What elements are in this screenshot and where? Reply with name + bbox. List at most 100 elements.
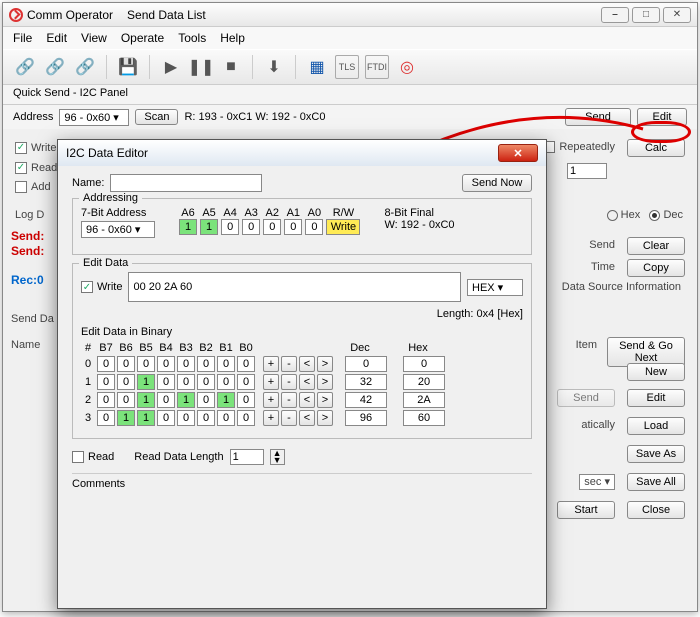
- bit-cell[interactable]: 0: [237, 374, 255, 390]
- target-icon[interactable]: ◎: [395, 55, 419, 79]
- op-button[interactable]: -: [281, 392, 297, 408]
- op-button[interactable]: <: [299, 410, 315, 426]
- bit-cell[interactable]: 1: [117, 410, 135, 426]
- bit-cell[interactable]: 1: [137, 374, 155, 390]
- maximize-button[interactable]: □: [632, 7, 660, 23]
- tls-icon[interactable]: TLS: [335, 55, 359, 79]
- bit-cell[interactable]: 0: [97, 374, 115, 390]
- bit-cell[interactable]: 0: [177, 374, 195, 390]
- readlen-input[interactable]: [230, 449, 264, 465]
- op-button[interactable]: -: [281, 374, 297, 390]
- bit-cell[interactable]: 0: [217, 356, 235, 372]
- readlen-down[interactable]: ▼: [271, 457, 284, 464]
- bit-cell[interactable]: 0: [197, 374, 215, 390]
- bit-cell[interactable]: 0: [157, 392, 175, 408]
- menu-operate[interactable]: Operate: [121, 31, 164, 45]
- editdata-write-checkbox[interactable]: ✓: [81, 281, 93, 293]
- menu-tools[interactable]: Tools: [178, 31, 206, 45]
- dec-radio[interactable]: [649, 210, 660, 221]
- bit-cell[interactable]: 1: [137, 392, 155, 408]
- bit-a5[interactable]: 1: [200, 219, 218, 235]
- op-button[interactable]: +: [263, 410, 279, 426]
- dialog-close-button[interactable]: ✕: [498, 144, 538, 162]
- download-icon[interactable]: ⬇: [262, 55, 286, 79]
- chain-icon[interactable]: 🔗: [73, 55, 97, 79]
- op-button[interactable]: <: [299, 374, 315, 390]
- bit-cell[interactable]: 0: [237, 410, 255, 426]
- load-button[interactable]: Load: [627, 417, 685, 435]
- bit-cell[interactable]: 0: [197, 392, 215, 408]
- minimize-button[interactable]: ⎯: [601, 7, 629, 23]
- play-icon[interactable]: ▶: [159, 55, 183, 79]
- bit-cell[interactable]: 1: [177, 392, 195, 408]
- bit-cell[interactable]: 0: [97, 392, 115, 408]
- clear-button[interactable]: Clear: [627, 237, 685, 255]
- write-checkbox[interactable]: ✓: [15, 142, 27, 154]
- op-button[interactable]: <: [299, 392, 315, 408]
- bit-a4[interactable]: 0: [221, 219, 239, 235]
- op-button[interactable]: +: [263, 392, 279, 408]
- op-button[interactable]: >: [317, 374, 333, 390]
- ftdi-icon[interactable]: FTDI: [365, 55, 389, 79]
- bit-cell[interactable]: 0: [117, 392, 135, 408]
- bit-cell[interactable]: 0: [157, 356, 175, 372]
- bit-cell[interactable]: 0: [197, 410, 215, 426]
- address-select[interactable]: 96 - 0x60 ▾: [59, 109, 129, 126]
- close-button[interactable]: ✕: [663, 7, 691, 23]
- bit-cell[interactable]: 0: [217, 410, 235, 426]
- send4-button[interactable]: Send: [557, 389, 615, 407]
- menu-file[interactable]: File: [13, 31, 32, 45]
- bit-a1[interactable]: 0: [284, 219, 302, 235]
- edit2-button[interactable]: Edit: [627, 389, 685, 407]
- pause-icon[interactable]: ❚❚: [189, 55, 213, 79]
- close2-button[interactable]: Close: [627, 501, 685, 519]
- bit-cell[interactable]: 0: [137, 356, 155, 372]
- saveall-button[interactable]: Save All: [627, 473, 685, 491]
- disconnect-icon[interactable]: 🔗: [43, 55, 67, 79]
- stop-icon[interactable]: ■: [219, 55, 243, 79]
- save-icon[interactable]: 💾: [116, 55, 140, 79]
- bit-cell[interactable]: 0: [117, 374, 135, 390]
- bit-cell[interactable]: 0: [117, 356, 135, 372]
- bit-cell[interactable]: 0: [157, 374, 175, 390]
- bit-cell[interactable]: 0: [97, 410, 115, 426]
- op-button[interactable]: <: [299, 356, 315, 372]
- bit-rw[interactable]: Write: [326, 219, 360, 235]
- connect-icon[interactable]: 🔗: [13, 55, 37, 79]
- read-checkbox2[interactable]: [72, 451, 84, 463]
- bit-cell[interactable]: 0: [237, 356, 255, 372]
- op-button[interactable]: -: [281, 356, 297, 372]
- saveas-button[interactable]: Save As: [627, 445, 685, 463]
- bit-cell[interactable]: 0: [197, 356, 215, 372]
- op-button[interactable]: >: [317, 356, 333, 372]
- op-button[interactable]: >: [317, 392, 333, 408]
- bit-cell[interactable]: 0: [157, 410, 175, 426]
- bit-cell[interactable]: 0: [237, 392, 255, 408]
- copy-button[interactable]: Copy: [627, 259, 685, 277]
- format-select[interactable]: HEX ▾: [467, 279, 523, 296]
- bit-cell[interactable]: 0: [217, 374, 235, 390]
- bit-cell[interactable]: 1: [217, 392, 235, 408]
- addr-select[interactable]: 96 - 0x60 ▾: [81, 221, 155, 238]
- op-button[interactable]: +: [263, 374, 279, 390]
- bit-cell[interactable]: 1: [137, 410, 155, 426]
- menu-view[interactable]: View: [81, 31, 107, 45]
- op-button[interactable]: -: [281, 410, 297, 426]
- grid-icon[interactable]: ▦: [305, 55, 329, 79]
- scan-button[interactable]: Scan: [135, 109, 178, 125]
- hex-radio[interactable]: [607, 210, 618, 221]
- name-input[interactable]: [110, 174, 262, 192]
- bit-a2[interactable]: 0: [263, 219, 281, 235]
- bit-a3[interactable]: 0: [242, 219, 260, 235]
- bit-a0[interactable]: 0: [305, 219, 323, 235]
- start-button[interactable]: Start: [557, 501, 615, 519]
- bit-a6[interactable]: 1: [179, 219, 197, 235]
- op-button[interactable]: >: [317, 410, 333, 426]
- bit-cell[interactable]: 0: [177, 410, 195, 426]
- bit-cell[interactable]: 0: [97, 356, 115, 372]
- sec-select[interactable]: sec ▾: [579, 474, 615, 490]
- new-button[interactable]: New: [627, 363, 685, 381]
- menu-edit[interactable]: Edit: [46, 31, 67, 45]
- bit-cell[interactable]: 0: [177, 356, 195, 372]
- read-checkbox[interactable]: ✓: [15, 162, 27, 174]
